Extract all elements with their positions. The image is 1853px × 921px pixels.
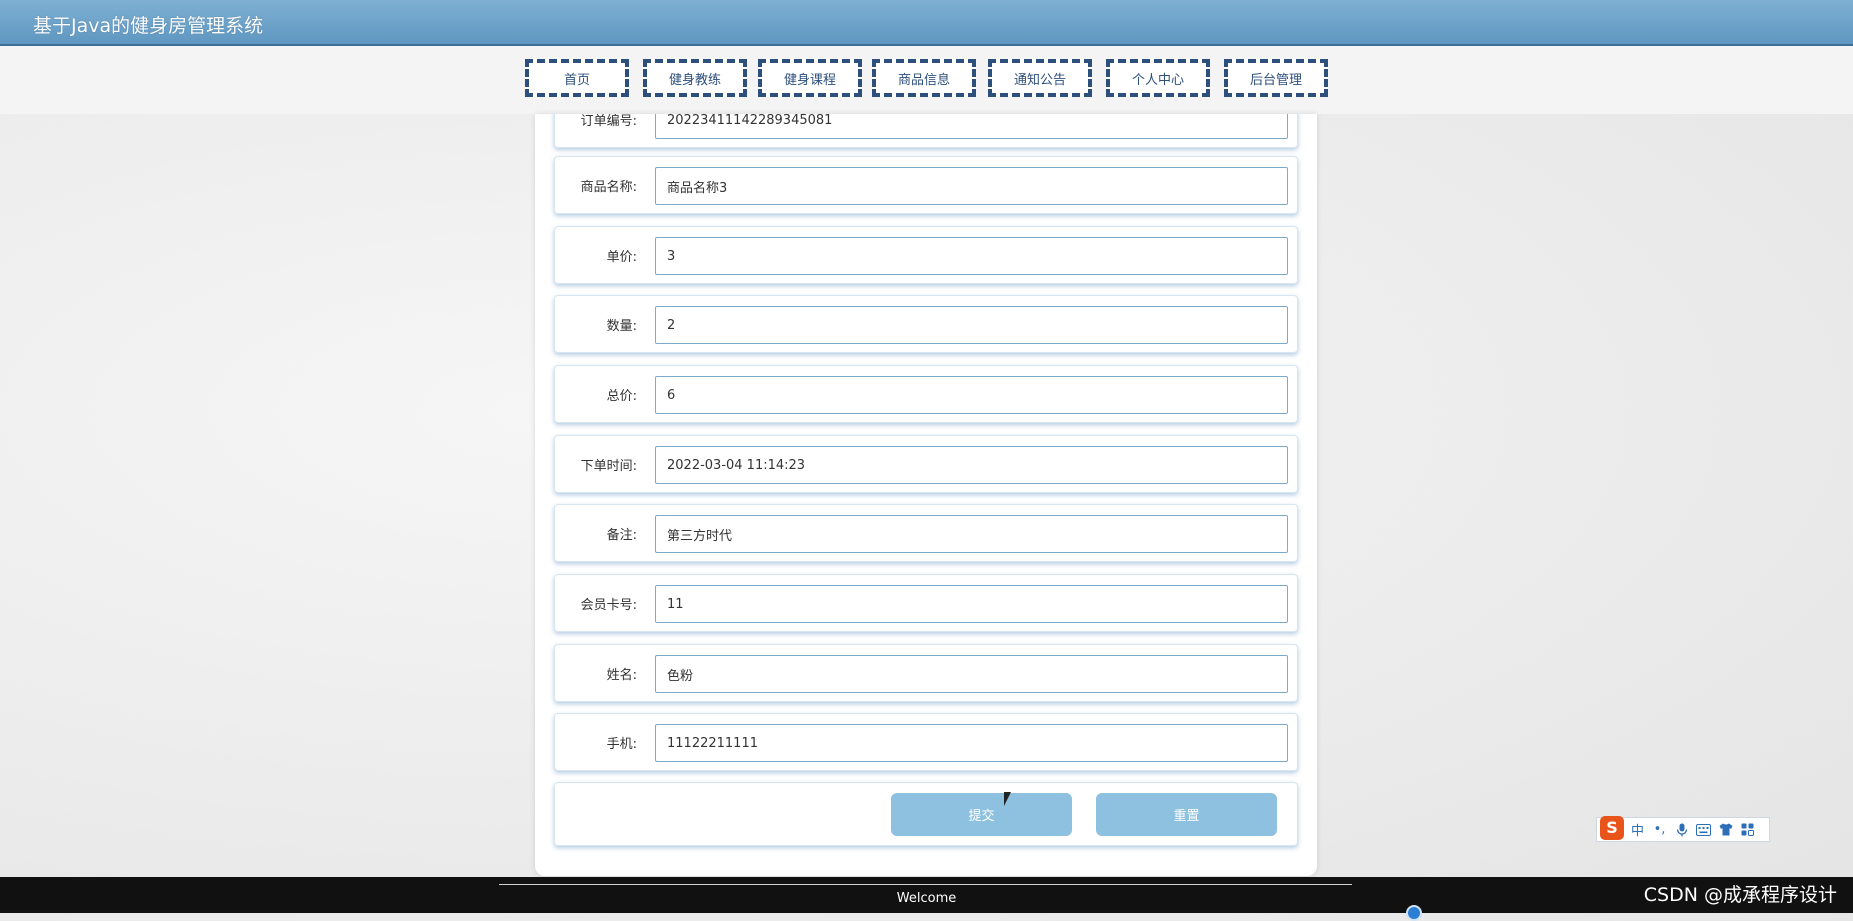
- field-order-time: 下单时间:: [554, 435, 1298, 493]
- submit-button[interactable]: 提交: [891, 793, 1072, 836]
- nav-item-notices[interactable]: 通知公告: [988, 59, 1092, 97]
- ime-language-toggle[interactable]: 中: [1629, 820, 1646, 839]
- ime-toolbar[interactable]: S 中 •,: [1596, 815, 1770, 842]
- field-label: 姓名:: [606, 667, 637, 683]
- field-label: 单价:: [606, 249, 637, 265]
- app-header: 基于Java的健身房管理系统: [0, 0, 1853, 46]
- phone-input[interactable]: [655, 724, 1288, 762]
- field-quantity: 数量:: [554, 295, 1298, 353]
- field-label: 会员卡号:: [580, 597, 637, 613]
- nav-item-courses[interactable]: 健身课程: [758, 59, 862, 97]
- total-price-input[interactable]: [655, 376, 1288, 414]
- keyboard-icon[interactable]: [1695, 823, 1712, 836]
- order-no-input[interactable]: [655, 114, 1288, 139]
- ime-punctuation-toggle[interactable]: •,: [1651, 822, 1668, 837]
- field-name: 姓名:: [554, 644, 1298, 702]
- nav-item-personal-center[interactable]: 个人中心: [1106, 59, 1210, 97]
- field-label: 商品名称:: [580, 179, 637, 195]
- field-remark: 备注:: [554, 504, 1298, 562]
- product-name-input[interactable]: [655, 167, 1288, 205]
- nav-item-products[interactable]: 商品信息: [872, 59, 976, 97]
- unit-price-input[interactable]: [655, 237, 1288, 275]
- reset-button[interactable]: 重置: [1096, 793, 1277, 836]
- nav-item-coaches[interactable]: 健身教练: [643, 59, 747, 97]
- page-footer: Welcome: [0, 877, 1853, 913]
- field-member-card: 会员卡号:: [554, 574, 1298, 632]
- field-label: 总价:: [606, 388, 637, 404]
- nav-bar: 首页 健身教练 健身课程 商品信息 通知公告 个人中心 后台管理: [0, 46, 1853, 114]
- sogou-logo-icon[interactable]: S: [1600, 815, 1624, 840]
- quantity-input[interactable]: [655, 306, 1288, 344]
- microphone-icon[interactable]: [1673, 823, 1690, 837]
- field-label: 下单时间:: [580, 458, 637, 474]
- field-product-name: 商品名称:: [554, 156, 1298, 214]
- remark-input[interactable]: [655, 515, 1288, 553]
- order-form-panel: 订单编号: 商品名称: 单价: 数量: 总价: 下单时间: 备注: 会员卡号: …: [535, 114, 1317, 876]
- footer-welcome-text: Welcome: [896, 891, 957, 906]
- field-label: 数量:: [606, 318, 637, 334]
- name-input[interactable]: [655, 655, 1288, 693]
- csdn-watermark: CSDN @成承程序设计: [1643, 884, 1837, 906]
- floating-assistant-icon[interactable]: [1406, 905, 1422, 921]
- footer-divider: [499, 884, 1352, 885]
- field-label: 备注:: [606, 527, 637, 543]
- nav-item-home[interactable]: 首页: [525, 59, 629, 97]
- field-total-price: 总价:: [554, 365, 1298, 423]
- field-phone: 手机:: [554, 713, 1298, 771]
- field-unit-price: 单价:: [554, 226, 1298, 284]
- member-card-input[interactable]: [655, 585, 1288, 623]
- nav-item-admin[interactable]: 后台管理: [1224, 59, 1328, 97]
- field-label: 手机:: [606, 736, 637, 752]
- mouse-cursor-icon: [1004, 792, 1011, 806]
- form-actions: 提交 重置: [554, 782, 1298, 846]
- app-title: 基于Java的健身房管理系统: [33, 15, 264, 37]
- field-order-no: 订单编号:: [554, 114, 1298, 148]
- order-time-input[interactable]: [655, 446, 1288, 484]
- grid-icon[interactable]: [1739, 823, 1756, 836]
- field-label: 订单编号:: [580, 114, 637, 129]
- shirt-icon[interactable]: [1717, 823, 1734, 836]
